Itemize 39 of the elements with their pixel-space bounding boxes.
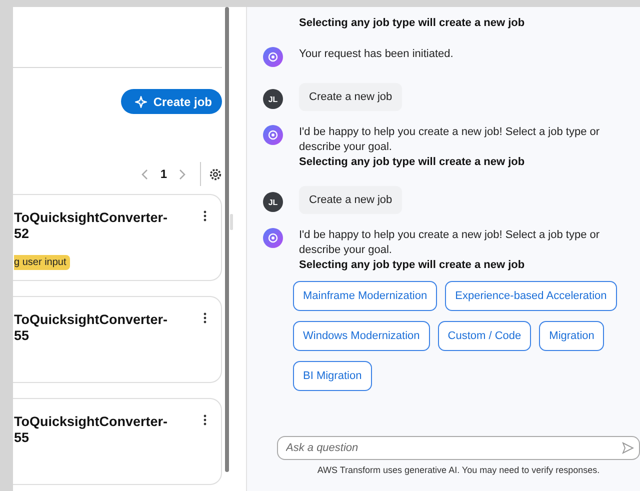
assistant-logo-icon xyxy=(267,129,279,141)
job-type-button[interactable]: Windows Modernization xyxy=(293,321,430,351)
settings-icon[interactable] xyxy=(209,168,222,180)
user-message: Create a new job xyxy=(299,83,402,111)
status-badge: g user input xyxy=(14,255,70,270)
disclaimer-text: AWS Transform uses generative AI. You may need to verify responses. xyxy=(316,465,601,475)
send-icon[interactable] xyxy=(622,442,634,454)
more-options-icon[interactable] xyxy=(203,210,207,222)
message-note: Selecting any job type will create a new job xyxy=(299,16,526,31)
job-type-button[interactable]: BI Migration xyxy=(293,361,372,391)
user-avatar: JL xyxy=(263,192,283,212)
page-number: 1 xyxy=(159,167,168,181)
job-type-button[interactable]: Custom / Code xyxy=(438,321,532,351)
message-note: Selecting any job type will create a new job xyxy=(299,258,526,273)
previous-page-icon[interactable] xyxy=(141,168,148,180)
assistant-logo-icon xyxy=(267,232,279,244)
job-card[interactable]: ToQuicksightConverter-52 g user input xyxy=(13,194,222,281)
assistant-logo-icon xyxy=(267,51,279,63)
message-note: Selecting any job type will create a new job xyxy=(299,155,526,170)
assistant-message: Your request has been initiated. xyxy=(299,47,454,62)
user-message: Create a new job xyxy=(299,186,402,214)
scrollbar[interactable] xyxy=(225,7,229,472)
job-title: ToQuicksightConverter-55 xyxy=(14,312,169,344)
job-type-button[interactable]: Migration xyxy=(539,321,604,351)
job-title: ToQuicksightConverter-52 xyxy=(14,210,169,242)
assistant-message: I'd be happy to help you create a new job! Select a job type or describe your goal. xyxy=(299,125,601,155)
job-card[interactable]: ToQuicksightConverter-55 xyxy=(13,296,222,383)
job-type-button[interactable]: Experience-based Acceleration xyxy=(445,281,617,311)
resize-handle[interactable] xyxy=(230,214,233,230)
job-type-button[interactable]: Mainframe Modernization xyxy=(293,281,438,311)
job-title: ToQuicksightConverter-55 xyxy=(14,414,169,446)
more-options-icon[interactable] xyxy=(203,414,207,426)
assistant-message: I'd be happy to help you create a new job! Select a job type or describe your goal. xyxy=(299,228,601,258)
job-card[interactable]: ToQuicksightConverter-55 xyxy=(13,398,222,485)
sparkle-icon xyxy=(135,96,148,108)
user-avatar: JL xyxy=(263,89,283,109)
more-options-icon[interactable] xyxy=(203,312,207,324)
next-page-icon[interactable] xyxy=(179,168,186,180)
create-job-button[interactable]: Create job xyxy=(121,89,222,114)
